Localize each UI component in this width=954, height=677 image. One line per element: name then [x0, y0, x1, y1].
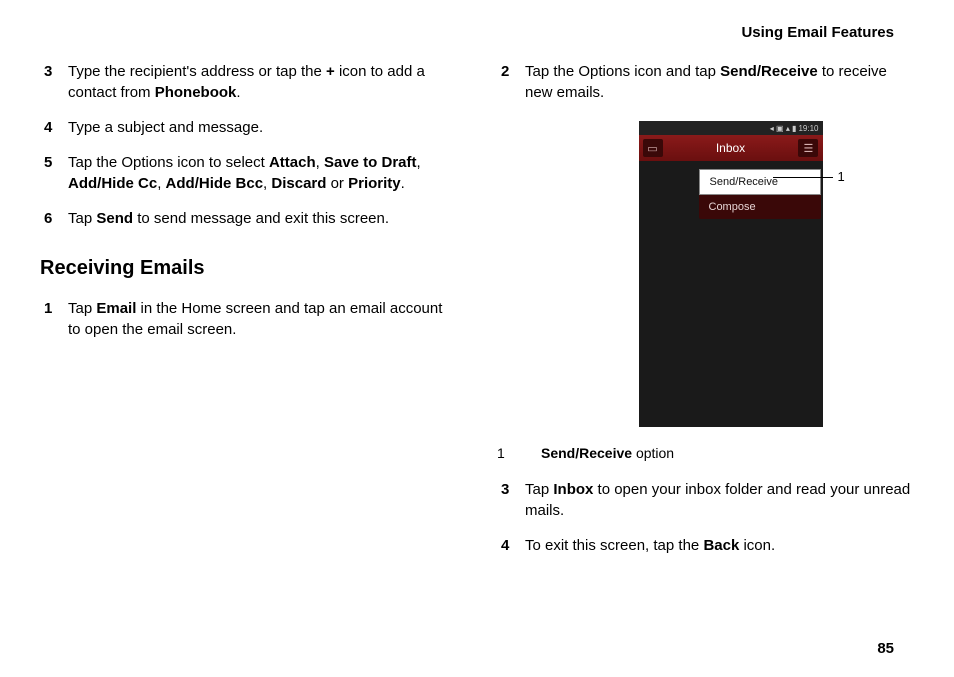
bold-text: Attach: [269, 154, 316, 171]
phone-screenshot: ◂ ▣ ▴ ▮ 19:10 ▭ Inbox ☰ Send/Receive Com…: [639, 121, 823, 427]
text: ,: [157, 175, 165, 192]
callout-line: [773, 177, 833, 178]
step-number: 4: [40, 117, 68, 138]
step-number: 2: [497, 61, 525, 103]
callout-number-1: 1: [838, 169, 845, 184]
bold-text: Send/Receive: [541, 445, 632, 461]
bold-text: Discard: [271, 175, 326, 192]
numbered-step: 3Tap Inbox to open your inbox folder and…: [497, 479, 914, 521]
text: Type a subject and message.: [68, 119, 263, 136]
phone-status-bar: ◂ ▣ ▴ ▮ 19:10: [639, 121, 823, 135]
text: Tap: [68, 300, 96, 317]
text: ,: [316, 154, 324, 171]
bold-text: Priority: [348, 175, 401, 192]
menu-item-compose[interactable]: Compose: [699, 195, 821, 219]
bold-text: Email: [96, 300, 136, 317]
bold-text: Add/Hide Bcc: [166, 175, 264, 192]
bold-text: Save to Draft: [324, 154, 417, 171]
legend-text: Send/Receive option: [541, 445, 674, 461]
step-number: 5: [40, 152, 68, 194]
bold-text: Send/Receive: [720, 63, 818, 80]
numbered-step: 2Tap the Options icon and tap Send/Recei…: [497, 61, 914, 103]
text: to send message and exit this screen.: [133, 210, 389, 227]
phone-header-title[interactable]: Inbox: [716, 141, 745, 155]
text: Tap: [525, 481, 553, 498]
step-body: To exit this screen, tap the Back icon.: [525, 535, 914, 556]
page-header: Using Email Features: [40, 24, 914, 41]
bold-text: Back: [703, 537, 739, 554]
bold-text: +: [326, 63, 335, 80]
step-number: 6: [40, 208, 68, 229]
left-steps-list: 3Type the recipient's address or tap the…: [40, 61, 457, 229]
step-number: 1: [40, 298, 68, 340]
status-time: 19:10: [798, 124, 818, 133]
text: To exit this screen, tap the: [525, 537, 703, 554]
left-steps-list-2: 1Tap Email in the Home screen and tap an…: [40, 298, 457, 340]
text: Tap: [68, 210, 96, 227]
phone-figure: ◂ ▣ ▴ ▮ 19:10 ▭ Inbox ☰ Send/Receive Com…: [497, 121, 914, 427]
options-icon[interactable]: ☰: [798, 139, 818, 157]
menu-item-send-receive[interactable]: Send/Receive: [699, 169, 821, 195]
step-body: Type the recipient's address or tap the …: [68, 61, 457, 103]
page-number: 85: [877, 640, 894, 657]
phone-header-bar: ▭ Inbox ☰: [639, 135, 823, 161]
text: Type the recipient's address or tap the: [68, 63, 326, 80]
numbered-step: 6Tap Send to send message and exit this …: [40, 208, 457, 229]
right-column: 2Tap the Options icon and tap Send/Recei…: [497, 61, 914, 570]
step-body: Type a subject and message.: [68, 117, 457, 138]
step-body: Tap Inbox to open your inbox folder and …: [525, 479, 914, 521]
section-heading-receiving: Receiving Emails: [40, 257, 457, 280]
left-column: 3Type the recipient's address or tap the…: [40, 61, 457, 570]
text: or: [326, 175, 348, 192]
numbered-step: 3Type the recipient's address or tap the…: [40, 61, 457, 103]
figure-legend: 1 Send/Receive option: [497, 445, 914, 461]
bold-text: Add/Hide Cc: [68, 175, 157, 192]
step-number: 3: [497, 479, 525, 521]
step-number: 4: [497, 535, 525, 556]
right-steps-list-a: 2Tap the Options icon and tap Send/Recei…: [497, 61, 914, 103]
numbered-step: 4To exit this screen, tap the Back icon.: [497, 535, 914, 556]
content-columns: 3Type the recipient's address or tap the…: [40, 61, 914, 570]
numbered-step: 5Tap the Options icon to select Attach, …: [40, 152, 457, 194]
numbered-step: 1Tap Email in the Home screen and tap an…: [40, 298, 457, 340]
text: icon.: [739, 537, 775, 554]
text: option: [632, 445, 674, 461]
legend-number: 1: [497, 445, 517, 461]
numbered-step: 4Type a subject and message.: [40, 117, 457, 138]
step-body: Tap Email in the Home screen and tap an …: [68, 298, 457, 340]
text: .: [401, 175, 405, 192]
step-number: 3: [40, 61, 68, 103]
text: Tap the Options icon and tap: [525, 63, 720, 80]
step-body: Tap the Options icon and tap Send/Receiv…: [525, 61, 914, 103]
text: ,: [417, 154, 421, 171]
back-icon[interactable]: ▭: [643, 139, 663, 157]
bold-text: Send: [96, 210, 133, 227]
bold-text: Phonebook: [155, 84, 237, 101]
bold-text: Inbox: [553, 481, 593, 498]
text: .: [236, 84, 240, 101]
step-body: Tap the Options icon to select Attach, S…: [68, 152, 457, 194]
step-body: Tap Send to send message and exit this s…: [68, 208, 457, 229]
right-steps-list-b: 3Tap Inbox to open your inbox folder and…: [497, 479, 914, 556]
text: Tap the Options icon to select: [68, 154, 269, 171]
status-icons: ◂ ▣ ▴ ▮: [770, 124, 797, 133]
